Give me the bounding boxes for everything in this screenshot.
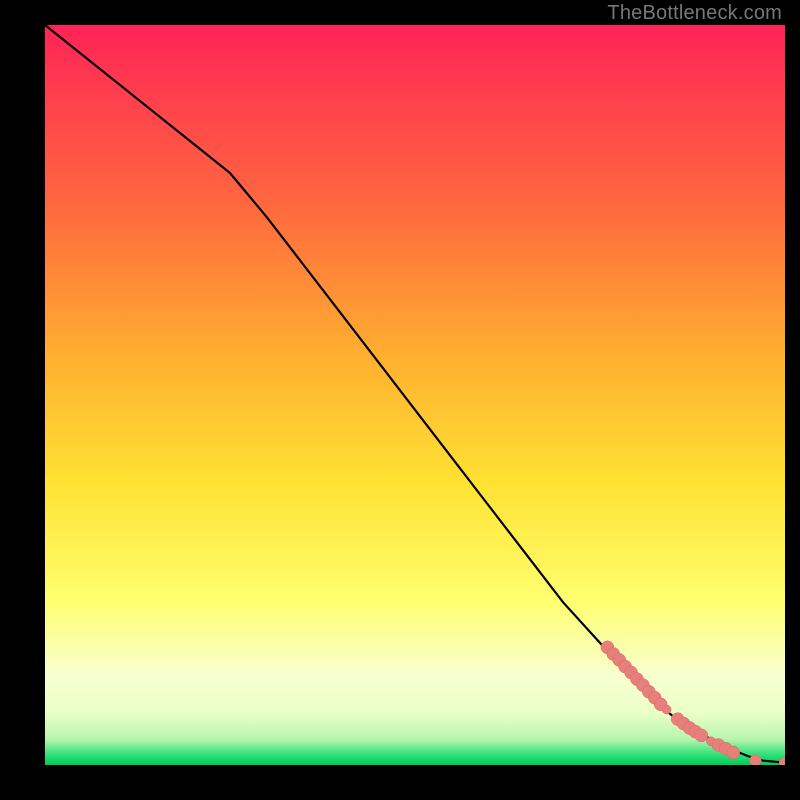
chart-stage: TheBottleneck.com: [0, 0, 800, 800]
watermark-text: TheBottleneck.com: [607, 2, 782, 25]
gradient-background: [45, 25, 785, 765]
chart-svg: [45, 25, 785, 765]
plot-frame: [45, 25, 785, 765]
data-marker: [662, 705, 671, 714]
data-marker: [695, 729, 708, 742]
data-marker: [727, 746, 740, 759]
data-marker: [750, 755, 762, 765]
